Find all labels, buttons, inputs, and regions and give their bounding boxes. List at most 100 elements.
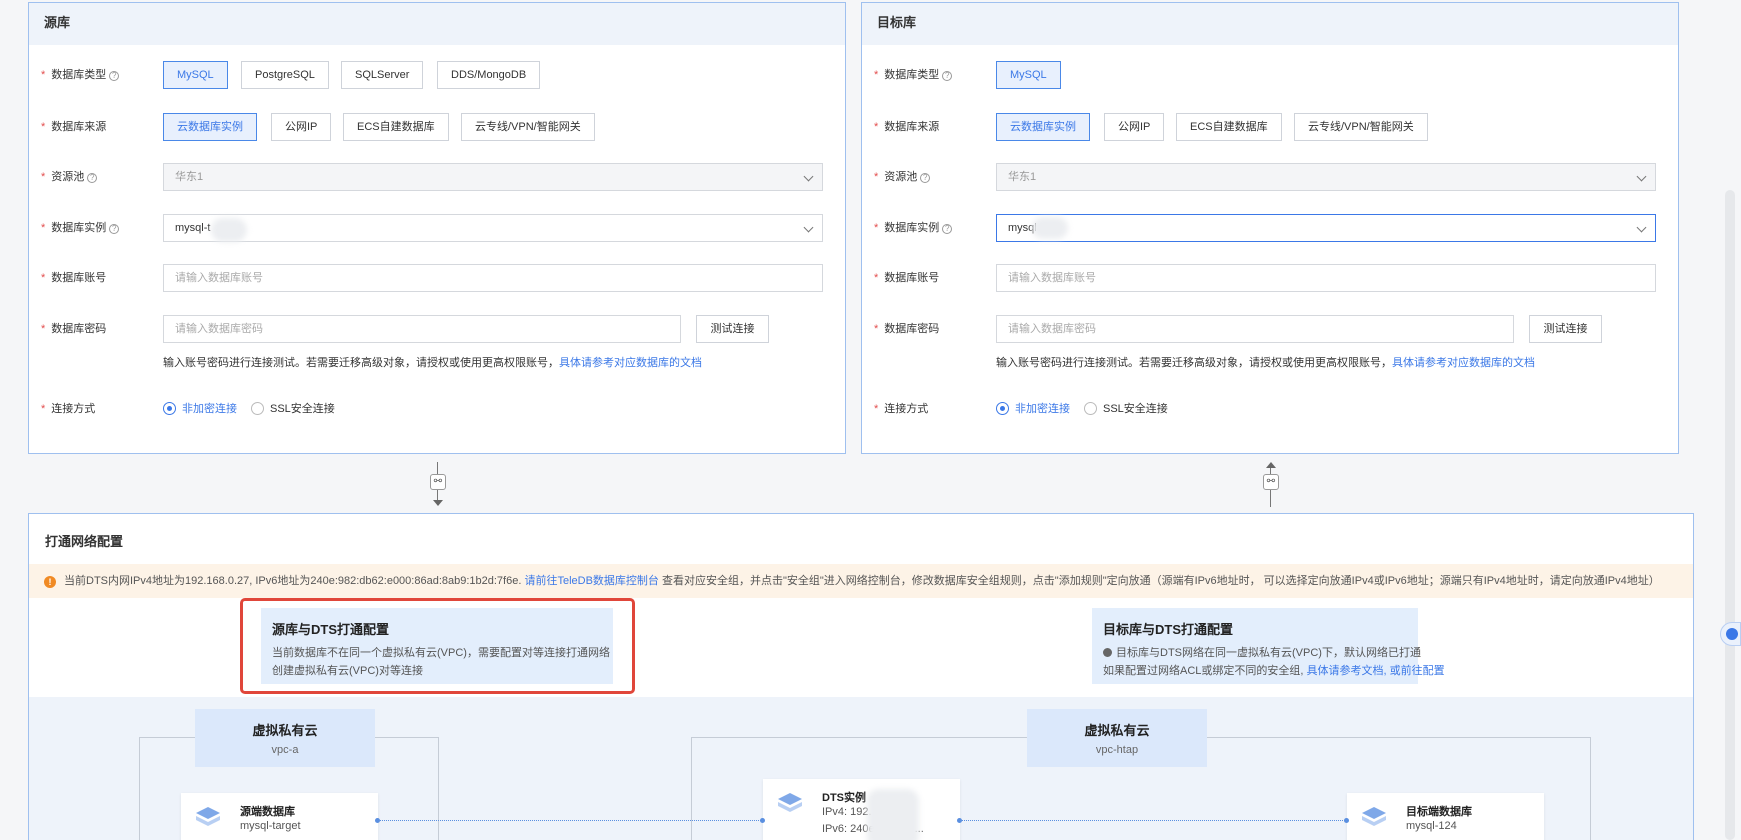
teledb-console-link[interactable]: 请前往TeleDB数据库控制台 (524, 575, 658, 587)
radio-unchecked-icon (251, 402, 264, 415)
assistant-icon (1726, 628, 1738, 640)
db-type-mysql-button[interactable]: MySQL (996, 61, 1061, 89)
help-icon[interactable]: ? (942, 224, 953, 234)
account-input[interactable] (163, 264, 823, 292)
source-panel: 源库 * 数据库类型? MySQL PostgreSQL SQLServer DD… (28, 2, 846, 454)
connection-label: 连接方式 (884, 403, 929, 415)
redaction-blur (211, 218, 247, 242)
radio-plain-connection[interactable]: 非加密连接 (996, 395, 1070, 423)
radio-unchecked-icon (1084, 402, 1097, 415)
db-source-public-ip-button[interactable]: 公网IP (271, 113, 332, 141)
radio-ssl-connection[interactable]: SSL安全连接 (1084, 395, 1168, 423)
help-icon[interactable]: ? (109, 224, 120, 234)
chevron-down-icon (803, 222, 814, 233)
target-connector: ⚯ (1261, 462, 1281, 507)
status-dot-icon (1103, 648, 1112, 657)
db-source-ecs-button[interactable]: ECS自建数据库 (1176, 113, 1282, 141)
chevron-down-icon (803, 171, 814, 182)
db-source-cloud-button[interactable]: 云数据库实例 (996, 113, 1090, 141)
db-type-mysql-button[interactable]: MySQL (163, 61, 228, 89)
arrow-up-icon (1266, 462, 1276, 468)
target-db-node[interactable]: 目标端数据库 mysql-124 (1347, 793, 1544, 840)
instance-select[interactable]: mysql (996, 214, 1656, 242)
floating-assistant-button[interactable] (1720, 622, 1741, 646)
target-account-row: * 数据库账号 (862, 264, 1678, 292)
resource-pool-value: 华东1 (175, 171, 204, 183)
db-type-postgresql-button[interactable]: PostgreSQL (241, 61, 329, 89)
doc-reference-link[interactable]: 具体请参考文档, (1307, 665, 1387, 677)
source-db-source-row: * 数据库来源 云数据库实例 公网IP ECS自建数据库 云专线/VPN/智能网关 (29, 113, 845, 141)
create-vpc-peering-link[interactable]: 创建虚拟私有云(VPC)对等连接 (272, 662, 602, 680)
instance-label: 数据库实例 (884, 222, 940, 234)
radio-checked-icon (996, 402, 1009, 415)
chevron-down-icon (1636, 222, 1647, 233)
redaction-blur (867, 789, 919, 840)
target-db-type-row: * 数据库类型? MySQL (862, 61, 1678, 89)
test-connection-button[interactable]: 测试连接 (696, 315, 769, 343)
doc-link[interactable]: 具体请参考对应数据库的文档 (559, 357, 702, 369)
resource-pool-value: 华东1 (1008, 171, 1037, 183)
db-type-sqlserver-button[interactable]: SQLServer (341, 61, 424, 89)
target-instance-row: * 数据库实例? mysql (862, 214, 1678, 242)
hint-text: 输入账号密码进行连接测试。若需要迁移高级对象，请授权或使用更高权限账号， (996, 357, 1392, 369)
resource-pool-label: 资源池 (51, 171, 85, 183)
chevron-down-icon (1636, 171, 1647, 182)
db-source-label: 数据库来源 (884, 121, 940, 133)
radio-ssl-connection[interactable]: SSL安全连接 (251, 395, 335, 423)
radio-plain-connection[interactable]: 非加密连接 (163, 395, 237, 423)
help-icon[interactable]: ? (942, 71, 953, 81)
scrollbar[interactable] (1725, 190, 1735, 840)
target-dts-config-title: 目标库与DTS打通配置 (1103, 622, 1234, 637)
instance-value: mysql-t (175, 222, 211, 234)
target-connection-row: * 连接方式 非加密连接 SSL安全连接 (862, 395, 1678, 423)
page: 源库 * 数据库类型? MySQL PostgreSQL SQLServer DD… (0, 0, 1741, 840)
account-label: 数据库账号 (884, 272, 940, 284)
arrow-down-icon (433, 500, 443, 506)
database-icon (778, 793, 802, 812)
source-panel-title: 源库 (29, 3, 845, 45)
source-instance-row: * 数据库实例? mysql-t (29, 214, 845, 242)
instance-select[interactable]: mysql-t (163, 214, 823, 242)
target-dts-config-box: 目标库与DTS打通配置 目标库与DTS网络在同一虚拟私有云(VPC)下，默认网络… (1092, 608, 1445, 684)
db-source-vpn-button[interactable]: 云专线/VPN/智能网关 (461, 113, 595, 141)
source-dts-link-line (378, 820, 763, 821)
redaction-blur (1032, 217, 1068, 239)
link-icon: ⚯ (430, 474, 446, 490)
account-input[interactable] (996, 264, 1656, 292)
source-db-node[interactable]: 源端数据库 mysql-target (181, 793, 378, 840)
source-connection-row: * 连接方式 非加密连接 SSL安全连接 (29, 395, 845, 423)
database-icon (196, 807, 220, 826)
dts-target-link-line (960, 820, 1347, 821)
network-title: 打通网络配置 (45, 534, 124, 549)
test-connection-button[interactable]: 测试连接 (1529, 315, 1602, 343)
db-type-mongodb-button[interactable]: DDS/MongoDB (437, 61, 541, 89)
source-password-row: *数据库密码 测试连接 (29, 315, 845, 343)
db-source-public-ip-button[interactable]: 公网IP (1104, 113, 1165, 141)
help-icon[interactable]: ? (920, 173, 931, 183)
account-label: 数据库账号 (51, 272, 107, 284)
database-icon (1362, 807, 1386, 826)
db-source-label: 数据库来源 (51, 121, 107, 133)
source-hint-row: 输入账号密码进行连接测试。若需要迁移高级对象，请授权或使用更高权限账号，具体请参… (29, 355, 845, 371)
target-db-source-row: * 数据库来源 云数据库实例 公网IP ECS自建数据库 云专线/VPN/智能网关 (862, 113, 1678, 141)
help-icon[interactable]: ? (87, 173, 98, 183)
go-config-link[interactable]: 或前往配置 (1390, 665, 1445, 677)
db-source-vpn-button[interactable]: 云专线/VPN/智能网关 (1294, 113, 1428, 141)
source-account-row: * 数据库账号 (29, 264, 845, 292)
password-input[interactable] (996, 315, 1514, 343)
source-dts-config-text: 当前数据库不在同一个虚拟私有云(VPC)，需要配置对等连接打通网络 (272, 647, 610, 659)
connection-label: 连接方式 (51, 403, 96, 415)
hint-text: 输入账号密码进行连接测试。若需要迁移高级对象，请授权或使用更高权限账号， (163, 357, 559, 369)
network-notice: ! 当前DTS内网IPv4地址为192.168.0.27, IPv6地址为240e… (29, 564, 1693, 598)
source-db-type-row: * 数据库类型? MySQL PostgreSQL SQLServer DDS/M… (29, 61, 845, 89)
db-source-cloud-button[interactable]: 云数据库实例 (163, 113, 257, 141)
resource-pool-select: 华东1 (996, 163, 1656, 191)
doc-link[interactable]: 具体请参考对应数据库的文档 (1392, 357, 1535, 369)
notice-prefix: 当前DTS内网IPv4地址为192.168.0.27, IPv6地址为240e:… (64, 575, 522, 587)
help-icon[interactable]: ? (109, 71, 120, 81)
db-source-ecs-button[interactable]: ECS自建数据库 (343, 113, 449, 141)
target-panel-title: 目标库 (862, 3, 1678, 45)
password-input[interactable] (163, 315, 681, 343)
dts-instance-node[interactable]: DTS实例 IPv4: 192. IPv6: 240e... (763, 779, 960, 840)
db-type-label: 数据库类型 (51, 69, 107, 81)
